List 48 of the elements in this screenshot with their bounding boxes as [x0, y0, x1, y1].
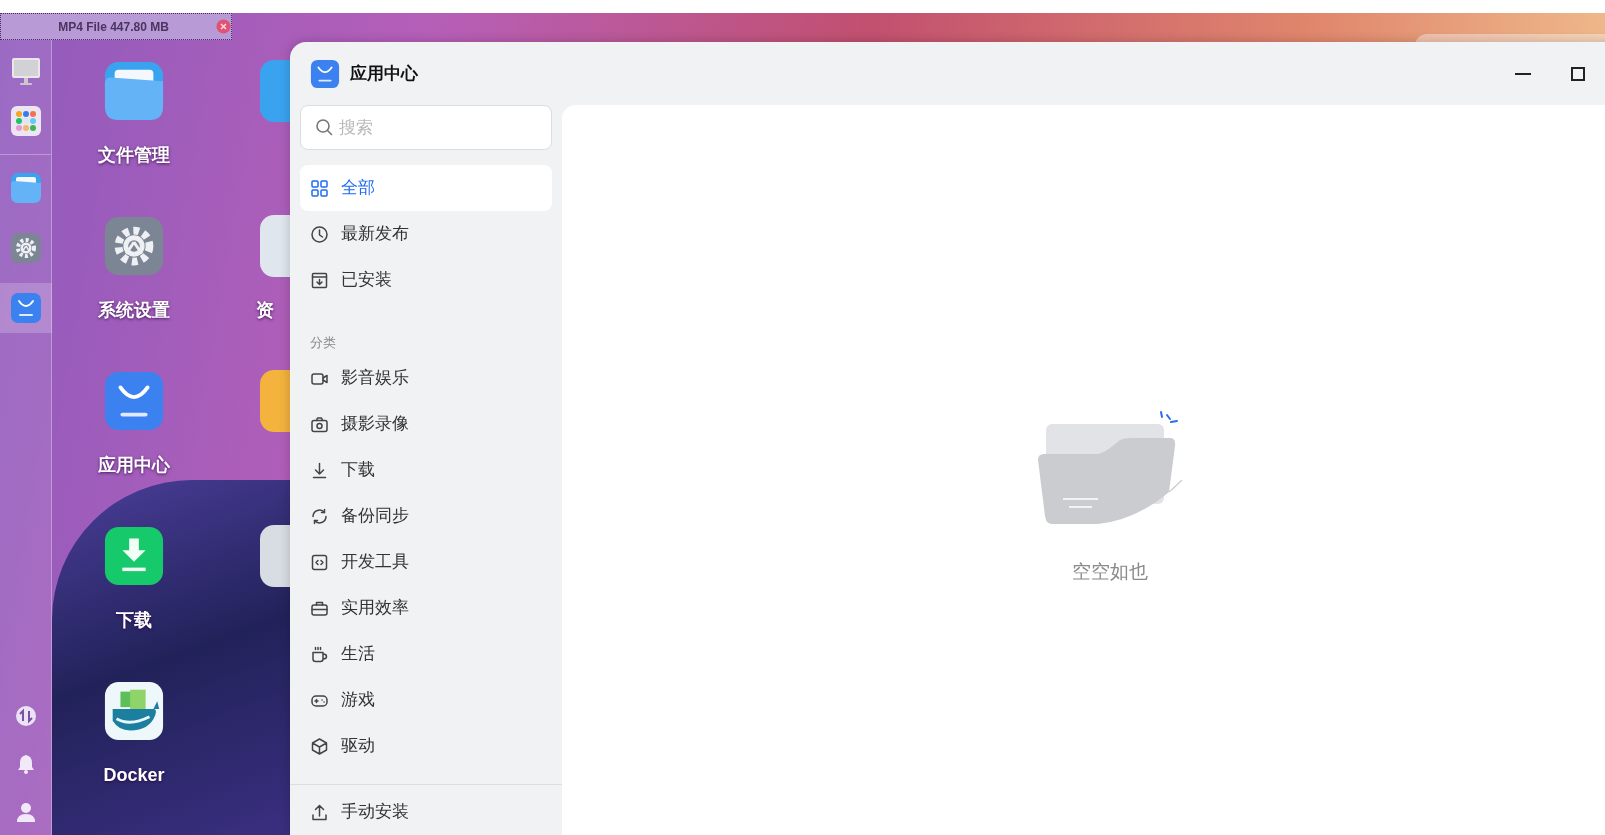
download-icon	[310, 460, 329, 480]
nav-item[interactable]: 手动安装	[300, 789, 419, 835]
app-label[interactable]: 下载	[116, 607, 152, 633]
cube-icon	[310, 736, 329, 756]
nav-item[interactable]: 全部	[300, 165, 552, 211]
nav-item[interactable]: 游戏	[300, 677, 552, 723]
minimize-icon	[1515, 72, 1531, 75]
app-label[interactable]: 资	[256, 297, 290, 323]
nav-item[interactable]: 生活	[300, 631, 552, 677]
download-box-icon	[310, 270, 329, 290]
search-field[interactable]: 搜索	[300, 105, 552, 150]
user-icon[interactable]	[14, 801, 37, 823]
gear-icon	[10, 232, 42, 264]
nav-item[interactable]: 最新发布	[300, 211, 552, 257]
app-grid-icon	[10, 105, 42, 137]
transfer-icon[interactable]	[14, 705, 37, 727]
nav-item[interactable]: 实用效率	[300, 585, 552, 631]
sync-icon	[310, 506, 329, 526]
code-icon	[310, 552, 329, 572]
app-label[interactable]: 系统设置	[98, 297, 170, 323]
folder-icon	[10, 172, 42, 204]
nav-item[interactable]: 开发工具	[300, 539, 552, 585]
cup-icon	[310, 644, 329, 664]
nav-item[interactable]: 下载	[300, 447, 552, 493]
camera-icon	[310, 414, 329, 434]
app-label[interactable]: 应用中心	[98, 452, 170, 478]
file-size-label: MP4 File 447.80 MB	[57, 18, 170, 36]
app-label[interactable]: Docker	[103, 762, 165, 788]
grid-icon	[310, 178, 329, 198]
app-icon[interactable]	[260, 525, 290, 587]
close-icon[interactable]	[216, 19, 231, 34]
nav-item[interactable]: 驱动	[300, 723, 552, 769]
store-bag-icon	[10, 292, 42, 324]
store-bag-icon	[310, 58, 340, 89]
app-label[interactable]: 文件管理	[98, 142, 170, 168]
maximize-icon	[1571, 66, 1585, 81]
upload-icon	[310, 802, 329, 822]
window-title: 应用中心	[350, 62, 418, 85]
nav-item[interactable]: 备份同步	[300, 493, 552, 539]
dock-item[interactable]	[0, 283, 52, 333]
nav-item[interactable]: 已安装	[300, 257, 552, 303]
search-icon	[315, 118, 333, 136]
clock-icon	[310, 224, 329, 244]
nav-item[interactable]: 影音娱乐	[300, 355, 552, 401]
empty-state-text: 空空如也	[1071, 560, 1148, 584]
nav-item[interactable]: 摄影录像	[300, 401, 552, 447]
monitor-icon	[10, 55, 42, 87]
section-label: 分类	[309, 334, 337, 352]
